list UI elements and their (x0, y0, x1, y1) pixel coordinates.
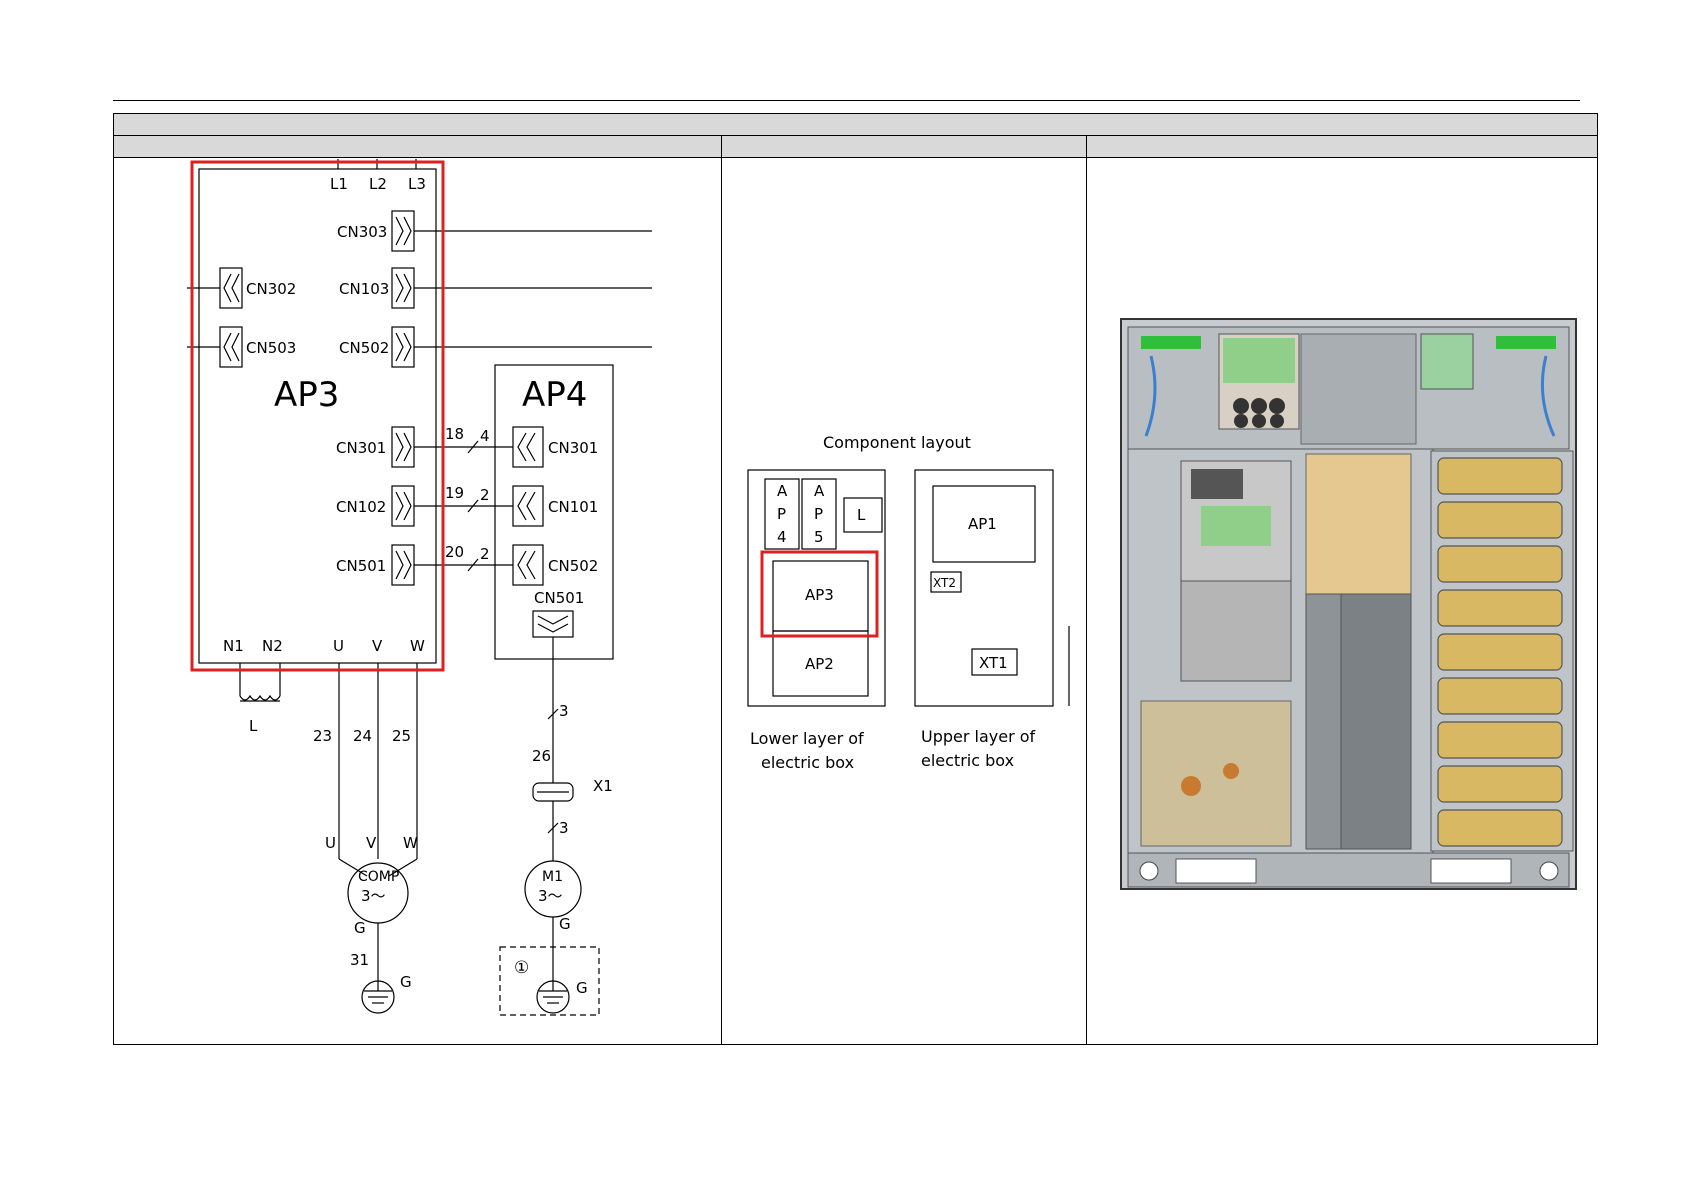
unit-rendering (1120, 318, 1577, 890)
wire-19: 19 (445, 484, 464, 502)
label-g-comp: G (354, 919, 366, 937)
wire-20: 20 (445, 543, 464, 561)
label-comp: COMP (358, 869, 399, 885)
upper-caption-line-1: Upper layer of (921, 727, 1036, 746)
label-cn301-ap3: CN301 (336, 439, 386, 457)
label-x1: X1 (593, 777, 613, 795)
wire-24: 24 (353, 727, 372, 745)
ap3-highlight-frame (190, 160, 445, 672)
ap5-letter-a: A (814, 482, 825, 500)
coil-fins (1437, 457, 1563, 847)
ap5-letter-p: P (814, 505, 823, 523)
component-layout-diagram: Component layout A P 4 A P 5 L AP3 AP2 A… (747, 433, 1070, 772)
label-l2: L2 (369, 175, 387, 193)
lower-caption-line-2: electric box (761, 753, 854, 772)
pipework-section (1140, 700, 1292, 847)
label-inductor-l: L (249, 717, 258, 735)
xt1-slot-label: XT1 (979, 654, 1008, 672)
label-cn302: CN302 (246, 280, 296, 298)
label-l3: L3 (408, 175, 426, 193)
ap3-left-connectors (187, 267, 243, 368)
label-cn303: CN303 (337, 223, 387, 241)
wiring-diagram: L1 L2 L3 CN303 CN302 CN103 CN503 CN502 A… (187, 159, 652, 1016)
label-g-earth-2: G (576, 979, 588, 997)
ap3-board-outline (198, 168, 437, 664)
label-u: U (333, 637, 344, 655)
label-m1-phase: 3～ (538, 887, 563, 905)
wire-2a: 2 (480, 486, 490, 504)
label-comp-phase: 3～ (361, 887, 386, 905)
label-cn501-ap4: CN501 (534, 589, 584, 607)
label-cn301-ap4: CN301 (548, 439, 598, 457)
wire-3b: 3 (559, 819, 569, 837)
inductor-symbol (239, 694, 281, 701)
label-g-earth-1: G (400, 973, 412, 991)
table-header-row (114, 114, 1597, 136)
electric-box-lower (1180, 580, 1292, 682)
wire-26: 26 (532, 747, 551, 765)
label-v: V (372, 637, 383, 655)
l-slot-label: L (857, 506, 866, 524)
label-w: W (410, 637, 425, 655)
xt2-slot-label: XT2 (933, 576, 956, 590)
label-circled-1: ① (514, 958, 529, 978)
wire-2b: 2 (480, 545, 490, 563)
label-cn503: CN503 (246, 339, 296, 357)
label-ap4: AP4 (522, 375, 587, 415)
label-cn501-ap3: CN501 (336, 557, 386, 575)
ap3-right-connectors (391, 210, 415, 586)
table-frame: L1 L2 L3 CN303 CN302 CN103 CN503 CN502 A… (113, 113, 1598, 1045)
ap2-slot-label: AP2 (805, 655, 834, 673)
lower-caption-line-1: Lower layer of (750, 729, 864, 748)
ap3-slot-label: AP3 (805, 586, 834, 604)
motor-w: W (403, 834, 418, 852)
wire-4: 4 (480, 427, 490, 445)
ap5-letter-5: 5 (814, 528, 824, 546)
label-m1: M1 (542, 869, 563, 885)
panel-tan (1305, 453, 1412, 595)
label-cn502-ap3: CN502 (339, 339, 389, 357)
label-l1: L1 (330, 175, 348, 193)
top-right-green-strip (1496, 336, 1556, 349)
page-top-rule (113, 100, 1580, 101)
ap1-slot-label: AP1 (968, 515, 997, 533)
top-left-green-strip (1141, 336, 1201, 349)
ap4-letter-a: A (777, 482, 788, 500)
table-subheader-row (114, 136, 1597, 158)
layout-title: Component layout (823, 433, 971, 452)
label-ap3: AP3 (274, 375, 339, 415)
ap4-letter-4: 4 (777, 528, 787, 546)
wire-23: 23 (313, 727, 332, 745)
top-right-pcb (1420, 333, 1474, 390)
label-n1: N1 (223, 637, 244, 655)
label-cn103: CN103 (339, 280, 389, 298)
upper-caption-line-2: electric box (921, 751, 1014, 770)
label-g-m1: G (559, 915, 571, 933)
wire-18: 18 (445, 425, 464, 443)
motor-u: U (325, 834, 336, 852)
motor-v: V (366, 834, 377, 852)
wire-25: 25 (392, 727, 411, 745)
wire-3a: 3 (559, 702, 569, 720)
ap4-letter-p: P (777, 505, 786, 523)
wire-31: 31 (350, 951, 369, 969)
label-n2: N2 (262, 637, 283, 655)
label-cn502-ap4: CN502 (548, 557, 598, 575)
label-cn102: CN102 (336, 498, 386, 516)
label-cn101: CN101 (548, 498, 598, 516)
